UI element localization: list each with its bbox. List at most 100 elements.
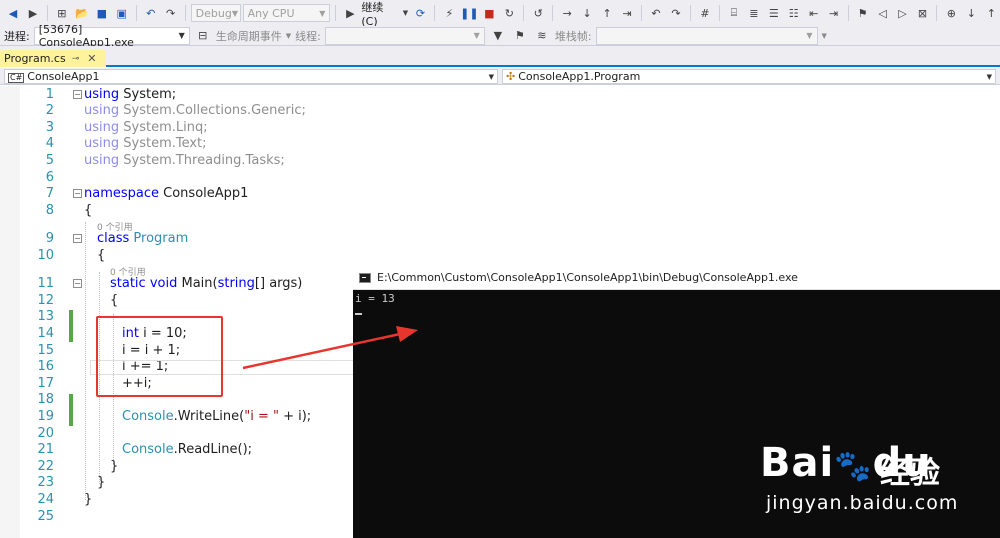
align-right-icon[interactable]: ☷ bbox=[785, 4, 803, 22]
refresh-icon[interactable]: ⟳ bbox=[411, 4, 429, 22]
step-over-icon[interactable]: → bbox=[558, 4, 576, 22]
step-into-icon[interactable]: ↓ bbox=[578, 4, 596, 22]
move-up-icon[interactable]: ↑ bbox=[982, 4, 1000, 22]
close-icon[interactable]: ✕ bbox=[87, 52, 96, 65]
console-title-bar[interactable]: E:\Common\Custom\ConsoleApp1\ConsoleApp1… bbox=[353, 266, 1000, 290]
step-icon[interactable]: ⇥ bbox=[618, 4, 636, 22]
undo-icon[interactable]: ↶ bbox=[142, 4, 160, 22]
code-line: using System.Linq; bbox=[84, 120, 208, 135]
platform-combo[interactable]: Any CPU ▼ bbox=[242, 4, 331, 22]
tab-program-cs[interactable]: Program.cs ⊸ ✕ bbox=[0, 50, 106, 67]
project-combo[interactable]: C# ConsoleApp1 ▼ bbox=[4, 69, 498, 84]
navigate-back-icon[interactable]: ↶ bbox=[647, 4, 665, 22]
code-line: class Program bbox=[97, 231, 189, 246]
solution-config-combo[interactable]: Debug ▼ bbox=[190, 4, 241, 22]
new-project-icon[interactable]: ⊞ bbox=[53, 4, 71, 22]
toolbar-overflow-icon[interactable]: ▼ bbox=[822, 32, 827, 40]
hex-display-icon[interactable]: # bbox=[696, 4, 714, 22]
align-left-icon[interactable]: ☰ bbox=[765, 4, 783, 22]
document-tab-strip: Program.cs ⊸ ✕ bbox=[0, 46, 1000, 67]
code-line: using System.Collections.Generic; bbox=[84, 103, 306, 118]
toolbar-separator bbox=[135, 5, 137, 21]
project-value: ConsoleApp1 bbox=[27, 70, 100, 83]
code-line: Console.WriteLine("i = " + i); bbox=[122, 409, 312, 424]
find-icon[interactable]: ⊕ bbox=[942, 4, 960, 22]
code-line: { bbox=[84, 203, 93, 218]
toolbar-separator bbox=[936, 5, 938, 21]
toolbar-separator bbox=[641, 5, 643, 21]
back-icon[interactable]: ◀ bbox=[4, 4, 22, 22]
navigate-forward-icon[interactable]: ↷ bbox=[667, 4, 685, 22]
class-combo[interactable]: ✣ ConsoleApp1.Program ▼ bbox=[502, 69, 996, 84]
line-number: 13 bbox=[37, 309, 54, 324]
pin-icon[interactable]: ⊸ bbox=[72, 54, 80, 64]
toolbar-separator bbox=[718, 5, 720, 21]
lifecycle-events-button[interactable]: 生命周期事件 bbox=[216, 28, 282, 44]
show-next-statement-icon[interactable]: ↺ bbox=[529, 4, 547, 22]
chevron-down-icon: ▼ bbox=[231, 8, 238, 18]
hot-reload-icon[interactable]: ⚡ bbox=[440, 4, 458, 22]
paw-icon: 🐾 bbox=[834, 449, 873, 484]
baidu-jingyan-watermark: Bai🐾du 经验 jingyan.baidu.com bbox=[760, 430, 990, 530]
code-line: } bbox=[84, 492, 93, 507]
redo-icon[interactable]: ↷ bbox=[162, 4, 180, 22]
chevron-down-icon[interactable]: ▼ bbox=[402, 4, 410, 22]
chevron-down-icon: ▼ bbox=[488, 72, 494, 81]
step-out-icon[interactable]: ↑ bbox=[598, 4, 616, 22]
process-label: 进程: bbox=[4, 29, 30, 43]
stack-frame-combo[interactable]: ▼ bbox=[595, 26, 818, 45]
clear-bookmarks-icon[interactable]: ⊠ bbox=[913, 4, 931, 22]
process-value: [53676] ConsoleApp1.exe bbox=[38, 22, 134, 49]
save-all-icon[interactable]: ▣ bbox=[113, 4, 131, 22]
save-icon[interactable]: ■ bbox=[93, 4, 111, 22]
tab-label: Program.cs bbox=[4, 52, 66, 65]
forward-icon[interactable]: ▶ bbox=[24, 4, 42, 22]
code-line: { bbox=[110, 293, 119, 308]
toolbar-separator bbox=[434, 5, 436, 21]
line-number: 6 bbox=[45, 170, 54, 185]
code-line: static void Main(string[] args) bbox=[110, 276, 303, 291]
show-threads-icon[interactable]: ≋ bbox=[533, 27, 551, 45]
chevron-down-icon[interactable]: ▼ bbox=[286, 32, 291, 40]
comment-icon[interactable]: ≣ bbox=[745, 4, 763, 22]
toolbar-separator bbox=[847, 5, 849, 21]
next-bookmark-icon[interactable]: ▷ bbox=[894, 4, 912, 22]
stop-icon[interactable]: ■ bbox=[480, 4, 498, 22]
threads-icon[interactable]: ⌸ bbox=[725, 4, 743, 22]
chevron-down-icon: ▼ bbox=[986, 72, 992, 81]
code-line: } bbox=[110, 459, 119, 474]
console-title: E:\Common\Custom\ConsoleApp1\ConsoleApp1… bbox=[377, 271, 798, 284]
break-all-icon[interactable]: ❚❚ bbox=[460, 4, 478, 22]
restart-icon[interactable]: ↻ bbox=[500, 4, 518, 22]
chevron-down-icon: ▼ bbox=[178, 31, 185, 40]
flag-threads-icon[interactable]: ⚑ bbox=[511, 27, 529, 45]
console-output: i = 13 bbox=[355, 292, 395, 305]
debug-location-toolbar: 进程: [53676] ConsoleApp1.exe ▼ ⊟ 生命周期事件 ▼… bbox=[0, 23, 1000, 49]
stack-frame-label: 堆栈帧: bbox=[554, 29, 592, 43]
code-line: { bbox=[97, 248, 106, 263]
move-down-icon[interactable]: ↓ bbox=[962, 4, 980, 22]
console-app-icon bbox=[359, 272, 371, 283]
chevron-down-icon: ▼ bbox=[473, 31, 480, 40]
solution-config-value: Debug bbox=[195, 6, 232, 20]
filter-icon[interactable]: ▼ bbox=[489, 27, 507, 45]
open-file-icon[interactable]: 📂 bbox=[73, 4, 91, 22]
toolbar-separator bbox=[335, 5, 337, 21]
process-combo[interactable]: [53676] ConsoleApp1.exe ▼ bbox=[33, 23, 190, 49]
class-icon: ✣ bbox=[506, 70, 516, 83]
toolbar-separator bbox=[46, 5, 48, 21]
line-number: 25 bbox=[37, 509, 54, 524]
prev-bookmark-icon[interactable]: ◁ bbox=[874, 4, 892, 22]
code-line: Console.ReadLine(); bbox=[122, 442, 253, 457]
bookmark-icon[interactable]: ⚑ bbox=[854, 4, 872, 22]
continue-button[interactable]: 继续(C) bbox=[361, 0, 399, 28]
indent-icon[interactable]: ⇥ bbox=[825, 4, 843, 22]
outdent-icon[interactable]: ⇤ bbox=[805, 4, 823, 22]
toolbar-separator bbox=[689, 5, 691, 21]
code-line: namespace ConsoleApp1 bbox=[84, 186, 249, 201]
line-number: 18 bbox=[37, 392, 54, 407]
platform-value: Any CPU bbox=[247, 6, 295, 20]
navigation-bar: C# ConsoleApp1 ▼ ✣ ConsoleApp1.Program ▼ bbox=[0, 68, 1000, 85]
thread-combo[interactable]: ▼ bbox=[324, 26, 485, 45]
code-line: using System; bbox=[84, 87, 177, 102]
